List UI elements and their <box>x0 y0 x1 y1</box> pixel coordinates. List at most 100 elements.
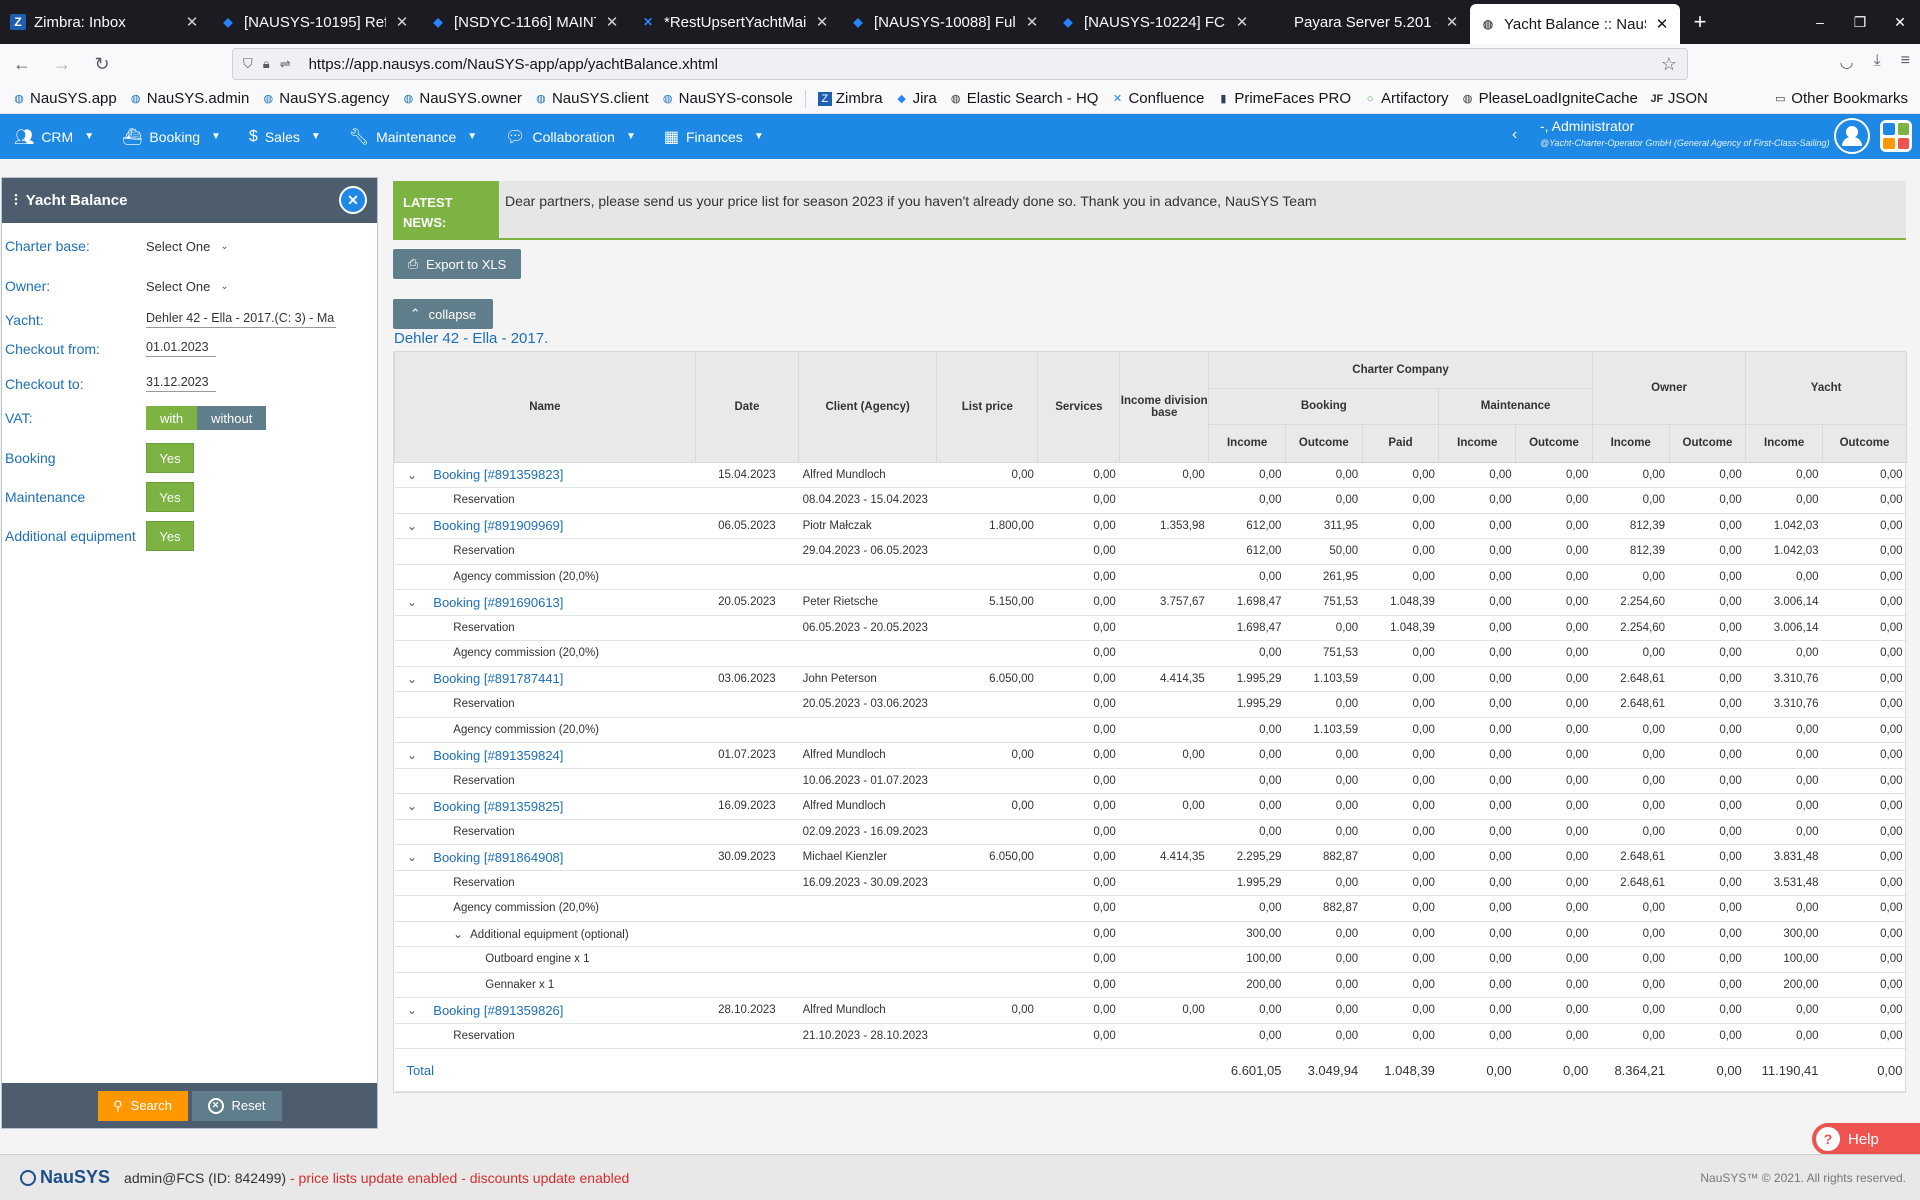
row-toggle[interactable]: ⌄ <box>394 589 430 616</box>
bookmark-item[interactable]: ◍ NauSYS.admin <box>129 90 249 107</box>
bookmark-item[interactable]: ◍ NauSYS.app <box>12 90 117 107</box>
filter-panel: ⫶ Yacht Balance ✕ Charter base: Select O… <box>1 177 378 1129</box>
row-date <box>695 487 799 514</box>
close-tab-icon[interactable]: ✕ <box>1444 13 1460 31</box>
row-toggle[interactable]: ⌄ <box>394 665 430 692</box>
lock-icon: 🔒︎ <box>262 56 270 71</box>
menu-sales[interactable]: $ Sales ▼ <box>235 114 335 159</box>
bookmark-item[interactable]: ✕ Confluence <box>1110 90 1205 107</box>
close-tab-icon[interactable]: ✕ <box>394 13 410 31</box>
close-icon[interactable]: ✕ <box>339 186 367 214</box>
menu-finances[interactable]: ▦ Finances ▼ <box>650 114 778 159</box>
row-toggle[interactable]: ⌄ <box>394 997 430 1024</box>
close-tab-icon[interactable]: ✕ <box>1024 13 1040 31</box>
row-income-division <box>1119 615 1209 641</box>
forward-arrow-icon[interactable]: → <box>44 48 80 80</box>
bookmark-item[interactable]: ◍ Elastic Search - HQ <box>949 90 1099 107</box>
total-value: 0,00 <box>1438 1048 1516 1092</box>
search-button[interactable]: ⚲ Search <box>97 1090 188 1121</box>
reset-button[interactable]: ✕ Reset <box>191 1090 282 1121</box>
other-bookmarks[interactable]: ▭ Other Bookmarks <box>1773 90 1908 107</box>
pocket-icon[interactable]: ◡ <box>1840 52 1854 72</box>
browser-tab[interactable]: Payara Server 5.201 #badas ✕ <box>1260 0 1470 44</box>
export-xls-button[interactable]: ⎙ Export to XLS <box>393 249 521 279</box>
menu-booking[interactable]: ⛴︎ Booking ▼ <box>108 114 235 159</box>
charter-base-select[interactable]: Select One ⌄ <box>146 239 229 254</box>
browser-tab[interactable]: ◆ [NAUSYS-10195] Refacto ✕ <box>210 0 420 44</box>
booking-link[interactable]: Booking [#891690613] <box>433 595 563 610</box>
apps-grid-icon[interactable] <box>1880 120 1912 152</box>
booking-link[interactable]: Booking [#891359825] <box>433 799 563 814</box>
total-value: 6.601,05 <box>1208 1048 1286 1092</box>
menu-maintenance[interactable]: 🔧︎ Maintenance ▼ <box>335 114 491 159</box>
bookmark-item[interactable]: ◍ NauSYS.client <box>534 90 649 107</box>
checkout-to-input[interactable]: 31.12.2023 <box>146 375 216 392</box>
row-name: Reservation <box>429 615 696 641</box>
vat-without-option[interactable]: without <box>197 406 267 430</box>
row-value: 0,00 <box>1362 768 1439 794</box>
close-window-icon[interactable]: ✕ <box>1880 0 1920 44</box>
collapse-button[interactable]: ⌃ collapse <box>393 299 493 329</box>
vat-with-option[interactable]: with <box>146 406 198 430</box>
new-tab-icon[interactable]: + <box>1680 0 1720 44</box>
download-icon[interactable]: ⤓ <box>1874 52 1881 72</box>
chevron-left-icon[interactable]: ‹ <box>1512 126 1517 144</box>
reload-icon[interactable]: ↻ <box>84 48 120 80</box>
row-toggle[interactable]: ⌄ <box>394 461 430 488</box>
additional-equipment-toggle[interactable]: Yes <box>146 521 194 551</box>
booking-link[interactable]: Booking [#891359826] <box>433 1003 563 1018</box>
checkout-from-input[interactable]: 01.01.2023 <box>146 340 216 357</box>
back-arrow-icon[interactable]: ← <box>4 48 40 80</box>
user-avatar-icon[interactable] <box>1834 118 1870 154</box>
chevron-down-icon[interactable]: ⌄ <box>453 929 466 941</box>
bookmark-item[interactable]: ◍ NauSYS-console <box>661 90 793 107</box>
row-toggle[interactable]: ⌄ <box>394 844 430 871</box>
bookmark-item[interactable]: ◆ Jira <box>895 90 936 107</box>
browser-tab[interactable]: ◆ [NAUSYS-10088] Full adm ✕ <box>840 0 1050 44</box>
close-tab-icon[interactable]: ✕ <box>184 13 200 31</box>
row-value: 2.648,61 <box>1592 870 1670 896</box>
close-tab-icon[interactable]: ✕ <box>1654 15 1670 33</box>
bookmark-item[interactable]: ◍ NauSYS.agency <box>261 90 389 107</box>
row-toggle[interactable]: ⌄ <box>394 793 430 820</box>
menu-icon[interactable]: ≡ <box>1901 52 1910 72</box>
menu-collaboration[interactable]: 💬︎ Collaboration ▼ <box>491 114 650 159</box>
row-list-price <box>936 538 1038 565</box>
bookmark-item[interactable]: Z Zimbra <box>817 90 883 107</box>
booking-link[interactable]: Booking [#891359823] <box>433 467 563 482</box>
booking-link[interactable]: Booking [#891359824] <box>433 748 563 763</box>
browser-tab[interactable]: Z Zimbra: Inbox ✕ <box>0 0 210 44</box>
browser-tab[interactable]: ✕ *RestUpsertYachtMainte ✕ <box>630 0 840 44</box>
help-button[interactable]: ? Help <box>1812 1123 1920 1155</box>
row-list-price <box>936 615 1038 641</box>
url-bar[interactable]: ⛉ 🔒︎ ⇌ https://app.nausys.com/NauSYS-app… <box>232 48 1688 80</box>
menu-crm[interactable]: 👥︎ CRM ▼ <box>0 114 108 159</box>
owner-select[interactable]: Select One ⌄ <box>146 279 229 294</box>
row-value: 0,00 <box>1362 946 1439 973</box>
browser-tab-active[interactable]: ◍ Yacht Balance :: NauSYS ✕ <box>1470 4 1680 44</box>
browser-tab[interactable]: ◆ [NAUSYS-10224] FCS - po ✕ <box>1050 0 1260 44</box>
restore-icon[interactable]: ❐ <box>1840 0 1880 44</box>
minimize-icon[interactable]: – <box>1800 0 1840 44</box>
bookmark-item[interactable]: ◍ PleaseLoadIgniteCache <box>1461 90 1638 107</box>
close-tab-icon[interactable]: ✕ <box>604 13 620 31</box>
bookmark-star-icon[interactable]: ☆ <box>1661 54 1677 75</box>
booking-link[interactable]: Booking [#891787441] <box>433 671 563 686</box>
bookmark-item[interactable]: ◍ NauSYS.owner <box>401 90 522 107</box>
booking-toggle[interactable]: Yes <box>146 443 194 473</box>
close-tab-icon[interactable]: ✕ <box>1234 13 1250 31</box>
close-tab-icon[interactable]: ✕ <box>814 13 830 31</box>
maintenance-toggle[interactable]: Yes <box>146 482 194 512</box>
row-client <box>798 640 937 667</box>
bookmark-item[interactable]: ○ Artifactory <box>1363 90 1449 107</box>
row-toggle[interactable]: ⌄ <box>394 742 430 769</box>
booking-link[interactable]: Booking [#891864908] <box>433 850 563 865</box>
row-toggle[interactable]: ⌄ <box>394 512 430 539</box>
row-value: 0,00 <box>1438 717 1516 743</box>
yacht-input[interactable]: Dehler 42 - Ella - 2017.(C: 3) - Ma <box>146 311 336 328</box>
bookmark-item[interactable]: JF JSON <box>1650 90 1707 107</box>
browser-tab[interactable]: ◆ [NSDYC-1166] MAINTEN ✕ <box>420 0 630 44</box>
row-client: Michael Kienzler <box>798 844 937 871</box>
bookmark-item[interactable]: ▮ PrimeFaces PRO <box>1216 90 1351 107</box>
booking-link[interactable]: Booking [#891909969] <box>433 518 563 533</box>
